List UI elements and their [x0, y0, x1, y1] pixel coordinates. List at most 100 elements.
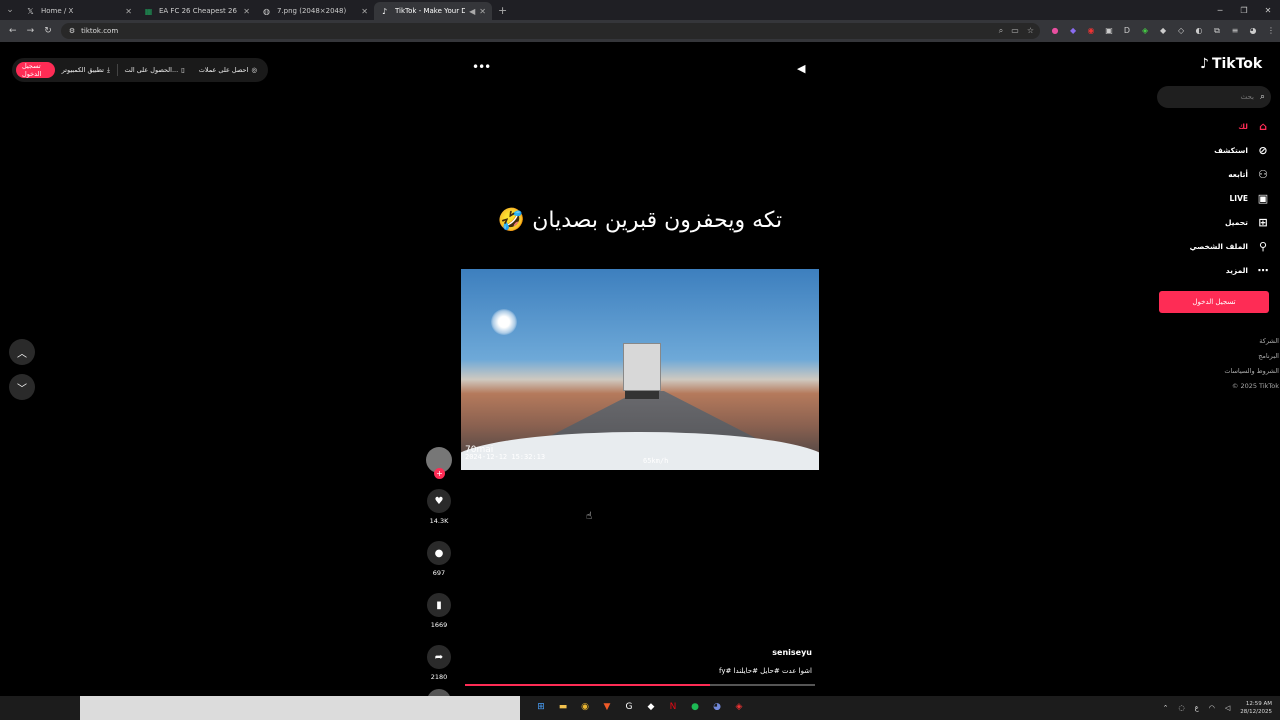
sidebar-item-label: استكشف: [1214, 145, 1248, 155]
volume-icon[interactable]: ◀: [797, 62, 805, 75]
footer-link-company[interactable]: الشركة: [1160, 334, 1279, 349]
profile-avatar-icon[interactable]: ◕: [1248, 26, 1258, 36]
get-coins-link[interactable]: احصل على عملات ◎: [192, 66, 264, 74]
chevron-up-icon[interactable]: ⌃: [1163, 704, 1169, 712]
window-close-icon[interactable]: ✕: [1256, 6, 1280, 15]
clock[interactable]: 12:59 AM 28/12/2025: [1240, 700, 1272, 716]
creator-avatar[interactable]: +: [426, 447, 452, 479]
save-button[interactable]: ▮: [427, 593, 451, 617]
sidebar-item-following[interactable]: أتابعه ⚇: [1160, 162, 1270, 186]
sidebar-login-button[interactable]: تسجيل الدخول: [1159, 291, 1269, 313]
extension-icon[interactable]: ◇: [1176, 26, 1186, 36]
live-icon: ▣: [1257, 191, 1269, 205]
more-options-icon[interactable]: •••: [472, 60, 491, 74]
discord-icon[interactable]: ◕: [710, 700, 724, 714]
login-button[interactable]: تسجيل الدخول: [16, 62, 55, 78]
tab-search-icon[interactable]: ⌄: [0, 0, 20, 20]
video-player[interactable]: 70mai 2024-12-12 15:32:13 65km/h: [461, 269, 819, 470]
file-explorer-icon[interactable]: ▬: [556, 700, 570, 714]
close-icon[interactable]: ✕: [243, 7, 250, 16]
wifi-icon[interactable]: ◠: [1209, 704, 1215, 712]
sidebar-item-upload[interactable]: تحميل ⊞: [1160, 210, 1270, 234]
sidebar-item-live[interactable]: LIVE ▣: [1160, 186, 1270, 210]
download-icon: ⤓: [106, 65, 110, 74]
extension-icon[interactable]: ●: [1050, 26, 1060, 36]
sun-glare: [491, 309, 517, 335]
search-placeholder: بحث: [1240, 93, 1254, 101]
close-icon[interactable]: ✕: [125, 7, 132, 16]
previous-video-button[interactable]: ︿: [9, 339, 35, 365]
brave-icon[interactable]: ▼: [600, 700, 614, 714]
tab-title: Home / X: [41, 7, 74, 15]
netflix-icon[interactable]: N: [666, 700, 680, 714]
browser-tab[interactable]: 𝕏 Home / X ✕: [20, 2, 138, 20]
phone-icon: ▯: [181, 66, 185, 74]
bookmark-star-icon[interactable]: ☆: [1027, 26, 1034, 36]
kebab-menu-icon[interactable]: ⋮: [1266, 26, 1276, 36]
browser-tab[interactable]: ◍ 7.png (2048×2048) ✕: [256, 2, 374, 20]
extension-icon[interactable]: ◉: [1086, 26, 1096, 36]
extension-icon[interactable]: ◐: [1194, 26, 1204, 36]
network-icon[interactable]: ◌: [1179, 704, 1185, 712]
browser-tab-active[interactable]: ♪ TikTok - Make Your Day ◀ ✕: [374, 2, 492, 20]
search-input[interactable]: ⌕ بحث: [1157, 86, 1271, 108]
search-icon[interactable]: ⌕: [1260, 92, 1265, 102]
app-icon[interactable]: ◈: [732, 700, 746, 714]
extension-icon[interactable]: ▣: [1104, 26, 1114, 36]
top-action-bar: تسجيل الدخول تطبيق الكمبيوتر ⤓ الحصول عل…: [12, 58, 268, 82]
sidebar-item-profile[interactable]: الملف الشخصي ⚲: [1160, 234, 1270, 258]
get-app-link[interactable]: الحصول على الت... ▯: [117, 66, 191, 74]
sidebar-item-explore[interactable]: استكشف ⊘: [1160, 138, 1270, 162]
app-icon[interactable]: G: [622, 700, 636, 714]
url-input[interactable]: ⚙ tiktok.com ⌕ ▭ ☆: [60, 23, 1041, 39]
puzzle-icon[interactable]: ⧉: [1212, 26, 1222, 36]
tiktok-logo[interactable]: ♪ TikTok: [1200, 56, 1262, 72]
speaker-icon[interactable]: ◁: [1225, 704, 1230, 712]
minimize-icon[interactable]: ─: [1208, 6, 1232, 15]
like-button[interactable]: ♥: [427, 489, 451, 513]
more-icon: ⋯: [1257, 263, 1269, 277]
windows-start-icon[interactable]: ⊞: [534, 700, 548, 714]
maximize-icon[interactable]: ❐: [1232, 6, 1256, 15]
extension-icon[interactable]: ◆: [1158, 26, 1168, 36]
new-tab-button[interactable]: +: [498, 4, 507, 17]
share-icon: ➦: [434, 651, 444, 663]
spotify-icon[interactable]: ●: [688, 700, 702, 714]
speaker-icon[interactable]: ◀: [469, 7, 475, 16]
back-icon[interactable]: ←: [4, 26, 22, 36]
author-name[interactable]: seniseyu: [740, 648, 812, 657]
video-progress-bar[interactable]: [465, 684, 815, 686]
extension-icon[interactable]: D: [1122, 26, 1132, 36]
zoom-icon[interactable]: ⌕: [999, 26, 1003, 36]
close-icon[interactable]: ✕: [479, 7, 486, 16]
share-button[interactable]: ➦: [427, 645, 451, 669]
coins-label: احصل على عملات: [198, 66, 249, 74]
menu-icon[interactable]: ≡: [1230, 26, 1240, 36]
footer-link-program[interactable]: البرنامج: [1160, 349, 1279, 364]
forward-icon[interactable]: →: [22, 26, 40, 36]
app-icon[interactable]: ◆: [644, 700, 658, 714]
sidebar-footer: الشركة البرنامج الشروط والسياسات © 2025 …: [1160, 334, 1279, 394]
footer-copyright: © 2025 TikTok: [1231, 382, 1279, 390]
browser-tab[interactable]: ▦ EA FC 26 Cheapest 26 players | ✕: [138, 2, 256, 20]
url-text: tiktok.com: [81, 27, 119, 35]
next-video-button[interactable]: ﹀: [9, 374, 35, 400]
desktop-app-link[interactable]: تطبيق الكمبيوتر ⤓: [55, 66, 117, 75]
address-bar-row: ← → ↻ ⚙ tiktok.com ⌕ ▭ ☆ ● ◆ ◉ ▣ D ◈ ◆ ◇…: [0, 20, 1280, 42]
reload-icon[interactable]: ↻: [39, 26, 57, 36]
extension-icon[interactable]: ◆: [1068, 26, 1078, 36]
sidebar-item-label: الملف الشخصي: [1189, 241, 1248, 251]
language-icon[interactable]: ع: [1195, 704, 1199, 712]
close-icon[interactable]: ✕: [361, 7, 368, 16]
sidebar-item-for-you[interactable]: لك ⌂: [1160, 114, 1270, 138]
spreadsheet-icon: ▦: [144, 6, 153, 16]
follow-plus-icon[interactable]: +: [434, 468, 445, 479]
sidebar-item-more[interactable]: المزيد ⋯: [1160, 258, 1270, 282]
site-info-icon[interactable]: ⚙: [69, 27, 75, 35]
cast-icon[interactable]: ▭: [1011, 26, 1019, 36]
chrome-icon[interactable]: ◉: [578, 700, 592, 714]
extension-icon[interactable]: ◈: [1140, 26, 1150, 36]
footer-link-terms[interactable]: الشروط والسياسات: [1160, 364, 1279, 379]
video-progress-fill: [465, 684, 710, 686]
comment-button[interactable]: ●: [427, 541, 451, 565]
